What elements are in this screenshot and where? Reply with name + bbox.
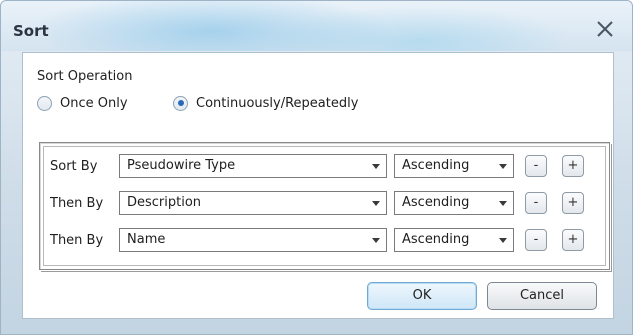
chevron-down-icon[interactable] xyxy=(372,201,380,206)
radio-once-only[interactable]: Once Only xyxy=(37,93,128,113)
sort-order-select[interactable]: Ascending xyxy=(394,191,514,215)
chevron-down-icon[interactable] xyxy=(372,238,380,243)
title-bar[interactable]: Sort xyxy=(1,1,632,51)
sort-field-value: Name xyxy=(127,232,166,247)
chevron-down-icon[interactable] xyxy=(499,238,507,243)
add-row-button[interactable]: + xyxy=(562,229,584,251)
ok-button[interactable]: OK xyxy=(367,282,477,310)
sort-order-value: Ascending xyxy=(402,158,470,173)
dialog-body: Sort Operation Once Only Continuously/Re… xyxy=(22,52,614,319)
chevron-down-icon[interactable] xyxy=(499,201,507,206)
sort-field-value: Pseudowire Type xyxy=(127,158,236,173)
sort-order-select[interactable]: Ascending xyxy=(394,228,514,252)
sort-field-select[interactable]: Pseudowire Type xyxy=(119,154,387,178)
close-icon[interactable] xyxy=(594,18,616,40)
sort-row: Sort By Pseudowire Type Ascending - + xyxy=(44,154,605,180)
sort-row-label: Sort By xyxy=(50,159,98,174)
sort-row: Then By Name Ascending - + xyxy=(44,228,605,254)
sort-row: Then By Description Ascending - + xyxy=(44,191,605,217)
sort-dialog: Sort Sort Operation Once Only Continuous… xyxy=(0,0,633,335)
remove-row-button[interactable]: - xyxy=(525,229,547,251)
sort-row-label: Then By xyxy=(50,196,104,211)
dialog-title: Sort xyxy=(13,22,49,40)
remove-row-button[interactable]: - xyxy=(525,192,547,214)
sort-criteria-panel: Sort By Pseudowire Type Ascending - + Th… xyxy=(39,142,610,270)
sort-row-label: Then By xyxy=(50,233,104,248)
add-row-button[interactable]: + xyxy=(562,155,584,177)
radio-button[interactable] xyxy=(173,95,188,111)
chevron-down-icon[interactable] xyxy=(499,164,507,169)
sort-operation-label: Sort Operation xyxy=(37,69,133,84)
sort-field-select[interactable]: Description xyxy=(119,191,387,215)
cancel-button[interactable]: Cancel xyxy=(487,282,597,310)
radio-label: Once Only xyxy=(60,95,128,111)
sort-order-value: Ascending xyxy=(402,195,470,210)
sort-field-value: Description xyxy=(127,195,202,210)
radio-label: Continuously/Repeatedly xyxy=(196,95,359,111)
sort-criteria-frame: Sort By Pseudowire Type Ascending - + Th… xyxy=(43,146,606,266)
sort-order-select[interactable]: Ascending xyxy=(394,154,514,178)
remove-row-button[interactable]: - xyxy=(525,155,547,177)
sort-field-select[interactable]: Name xyxy=(119,228,387,252)
add-row-button[interactable]: + xyxy=(562,192,584,214)
chevron-down-icon[interactable] xyxy=(372,164,380,169)
radio-continuously[interactable]: Continuously/Repeatedly xyxy=(173,93,358,113)
sort-order-value: Ascending xyxy=(402,232,470,247)
radio-button[interactable] xyxy=(37,95,52,111)
